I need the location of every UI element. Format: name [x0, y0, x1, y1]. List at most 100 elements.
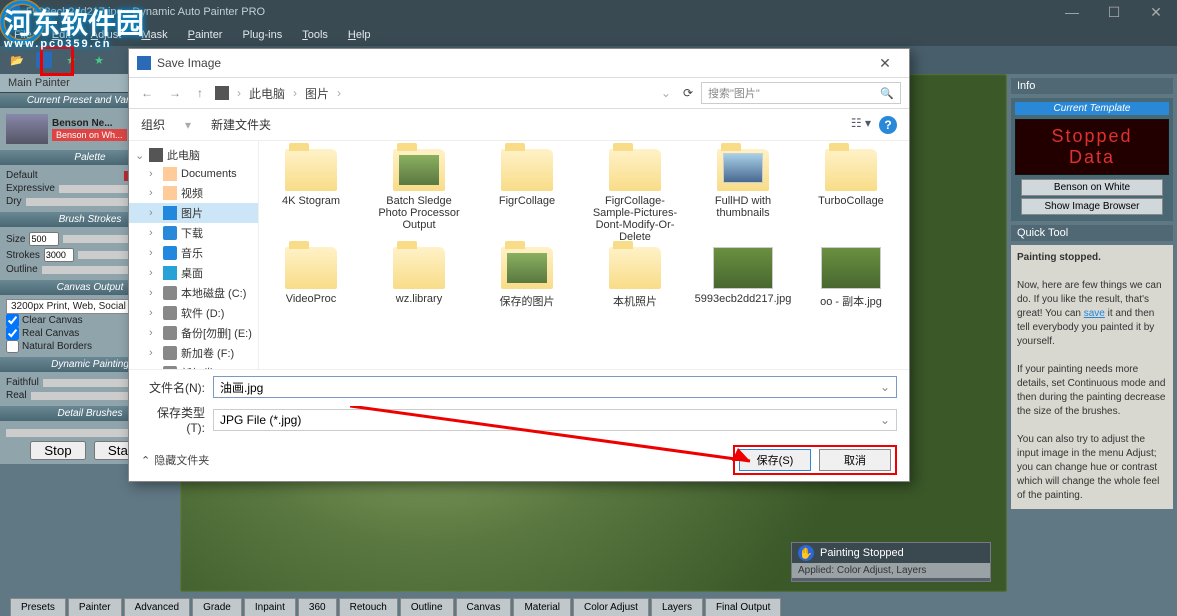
tree-item[interactable]: ›下载: [129, 223, 258, 243]
real-slider[interactable]: [31, 392, 138, 400]
benson-button[interactable]: Benson on White: [1021, 179, 1163, 196]
stop-button[interactable]: Stop: [30, 441, 86, 460]
file-item[interactable]: 4K Stogram: [267, 149, 355, 243]
dialog-close-button[interactable]: ✕: [869, 55, 901, 72]
info-title: Info: [1011, 78, 1173, 94]
cancel-button[interactable]: 取消: [819, 449, 891, 471]
clear-canvas-check[interactable]: [6, 314, 19, 327]
tab-grade[interactable]: Grade: [192, 598, 242, 616]
filetype-select[interactable]: JPG File (*.jpg)⌄: [213, 409, 897, 431]
help-icon[interactable]: ?: [879, 116, 897, 134]
tree-item[interactable]: ›桌面: [129, 263, 258, 283]
real-canvas-check[interactable]: [6, 327, 19, 340]
tab-coloradjust[interactable]: Color Adjust: [573, 598, 649, 616]
tree-item[interactable]: ›图片: [129, 203, 258, 223]
file-list: 4K StogramBatch Sledge Photo Processor O…: [259, 141, 909, 369]
file-item[interactable]: wz.library: [375, 247, 463, 309]
hand-icon: ✋: [798, 545, 814, 561]
preset-thumbnail: [6, 114, 48, 144]
dialog-nav: ← → ↑ › 此电脑 › 图片 › ⌄ ⟳ 搜索"图片"🔍: [129, 77, 909, 109]
breadcrumb-pictures[interactable]: 图片: [305, 85, 329, 102]
search-input[interactable]: 搜索"图片"🔍: [701, 82, 901, 104]
tree-item[interactable]: ›本地磁盘 (C:): [129, 283, 258, 303]
file-item[interactable]: oo - 副本.jpg: [807, 247, 895, 309]
open-icon[interactable]: 📂: [8, 51, 26, 69]
dialog-title: Save Image: [157, 56, 221, 70]
tab-layers[interactable]: Layers: [651, 598, 703, 616]
refresh-icon[interactable]: ⟳: [683, 86, 693, 100]
menu-bar: File Edit Adjust Mask Painter Plug-ins T…: [0, 24, 1177, 46]
search-icon: 🔍: [880, 87, 894, 100]
quick-tool-title: Quick Tool: [1011, 225, 1173, 241]
filename-input[interactable]: 油画.jpg⌄: [213, 376, 897, 398]
tab-outline[interactable]: Outline: [400, 598, 454, 616]
brush-strokes-input[interactable]: [44, 248, 74, 262]
show-browser-button[interactable]: Show Image Browser: [1021, 198, 1163, 215]
tree-item[interactable]: ⌄此电脑: [129, 145, 258, 165]
preset-name: Benson Ne...: [52, 118, 127, 129]
breadcrumb-pc[interactable]: 此电脑: [249, 85, 285, 102]
tab-finaloutput[interactable]: Final Output: [705, 598, 781, 616]
file-item[interactable]: VideoProc: [267, 247, 355, 309]
file-item[interactable]: 本机照片: [591, 247, 679, 309]
menu-help[interactable]: Help: [340, 27, 379, 43]
disk-icon: [137, 56, 151, 70]
nav-forward-icon[interactable]: →: [165, 86, 185, 100]
close-button[interactable]: ✕: [1135, 0, 1177, 24]
folder-tree: ⌄此电脑›Documents›视频›图片›下载›音乐›桌面›本地磁盘 (C:)›…: [129, 141, 259, 369]
preset-variation[interactable]: Benson on Wh...: [52, 129, 127, 141]
save-button[interactable]: 保存(S): [739, 449, 811, 471]
tree-item[interactable]: ›软件 (D:): [129, 303, 258, 323]
view-mode-icon[interactable]: ☷ ▾: [851, 116, 871, 134]
tab-inpaint[interactable]: Inpaint: [244, 598, 296, 616]
tab-painter[interactable]: Painter: [68, 598, 122, 616]
file-item[interactable]: 5993ecb2dd217.jpg: [699, 247, 787, 309]
tab-retouch[interactable]: Retouch: [339, 598, 398, 616]
organize-button[interactable]: 组织: [141, 116, 165, 133]
file-item[interactable]: FigrCollage-Sample-Pictures-Dont-Modify-…: [591, 149, 679, 243]
status-popup: ✋Painting Stopped Applied: Color Adjust,…: [791, 542, 991, 582]
palette-expressive-label: Expressive: [6, 183, 55, 194]
new-folder-button[interactable]: 新建文件夹: [211, 116, 271, 133]
brush-size-input[interactable]: [29, 232, 59, 246]
quick-tool-panel: Painting stopped. Now, here are few thin…: [1011, 245, 1173, 509]
nav-dropdown-icon[interactable]: ⌄: [661, 86, 671, 100]
watermark-logo: 河东软件园 www.pc0359.cn: [4, 2, 144, 50]
tree-item[interactable]: ›备份[勿删] (E:): [129, 323, 258, 343]
save-link[interactable]: save: [1084, 308, 1105, 319]
file-item[interactable]: Batch Sledge Photo Processor Output: [375, 149, 463, 243]
menu-painter[interactable]: Painter: [180, 27, 231, 43]
file-item[interactable]: FigrCollage: [483, 149, 571, 243]
save-highlight-marker: [40, 46, 74, 76]
tab-material[interactable]: Material: [513, 598, 571, 616]
pc-icon: [215, 86, 229, 100]
star2-icon[interactable]: ★: [90, 51, 108, 69]
nav-up-icon[interactable]: ↑: [193, 86, 207, 100]
palette-default-label[interactable]: Default: [6, 170, 38, 181]
maximize-button[interactable]: ☐: [1093, 0, 1135, 24]
tab-canvas[interactable]: Canvas: [456, 598, 512, 616]
file-item[interactable]: 保存的图片: [483, 247, 571, 309]
nav-back-icon[interactable]: ←: [137, 86, 157, 100]
filename-label: 文件名(N):: [141, 379, 205, 396]
file-item[interactable]: TurboCollage: [807, 149, 895, 243]
current-template-label: Current Template: [1015, 102, 1169, 115]
right-panel: Info Current Template Stopped Data Benso…: [1007, 74, 1177, 592]
tab-360[interactable]: 360: [298, 598, 337, 616]
lcd-display: Stopped Data: [1015, 119, 1169, 175]
minimize-button[interactable]: —: [1051, 0, 1093, 24]
tree-item[interactable]: ›新加卷 (F:): [129, 343, 258, 363]
tab-advanced[interactable]: Advanced: [124, 598, 190, 616]
tab-presets[interactable]: Presets: [10, 598, 66, 616]
file-item[interactable]: FullHD with thumbnails: [699, 149, 787, 243]
menu-plugins[interactable]: Plug-ins: [234, 27, 290, 43]
title-bar: 5993ecb2dd217.jpg - Dynamic Auto Painter…: [0, 0, 1177, 24]
natural-borders-check[interactable]: [6, 340, 19, 353]
tree-item[interactable]: ›Documents: [129, 165, 258, 183]
hide-folders-toggle[interactable]: ⌃隐藏文件夹: [141, 452, 209, 468]
filetype-label: 保存类型(T):: [141, 404, 205, 435]
save-dialog: Save Image ✕ ← → ↑ › 此电脑 › 图片 › ⌄ ⟳ 搜索"图…: [128, 48, 910, 482]
tree-item[interactable]: ›视频: [129, 183, 258, 203]
tree-item[interactable]: ›音乐: [129, 243, 258, 263]
menu-tools[interactable]: Tools: [294, 27, 336, 43]
